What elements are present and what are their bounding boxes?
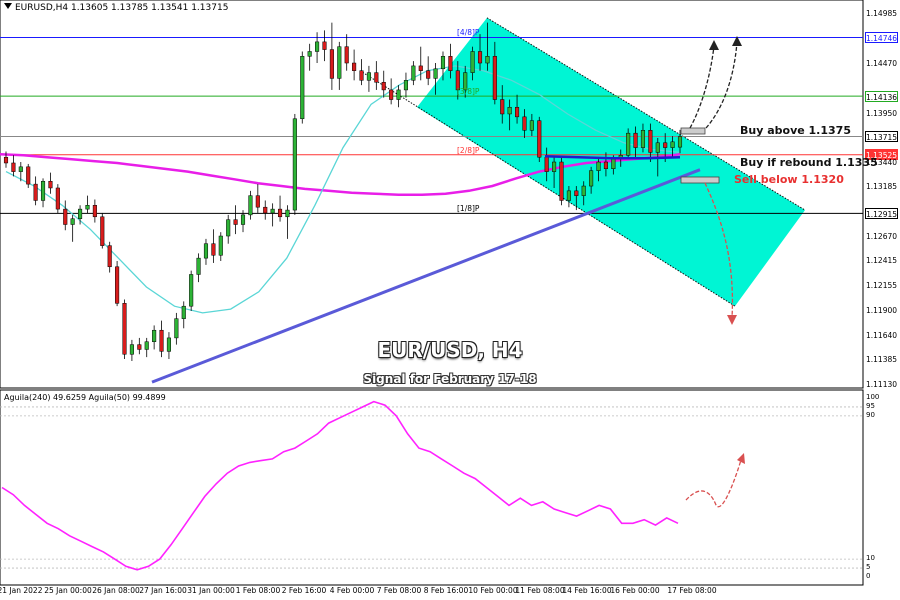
x-tick-label-10: 10 Feb 00:00 bbox=[468, 586, 518, 595]
buy-rebound-label: Buy if rebound 1.1335 bbox=[740, 156, 878, 169]
candle-25 bbox=[189, 270, 194, 311]
x-tick-label-4: 31 Jan 00:00 bbox=[187, 586, 235, 595]
level-label-3: [2/8]P bbox=[457, 145, 480, 155]
chart-subtitle: Signal for February 17-18 bbox=[363, 372, 537, 386]
candle-16 bbox=[122, 299, 127, 360]
candle-72 bbox=[537, 116, 542, 163]
candle-75 bbox=[559, 157, 564, 206]
x-tick-label-13: 16 Feb 00:00 bbox=[610, 586, 660, 595]
candle-39 bbox=[292, 113, 297, 215]
candle-13 bbox=[100, 212, 105, 249]
candle-3 bbox=[26, 163, 31, 188]
x-tick-label-2: 26 Jan 08:00 bbox=[92, 586, 140, 595]
osc-tick-label-1: 95 bbox=[866, 401, 875, 410]
y-tick-label-7: 1.12415 bbox=[866, 256, 898, 266]
x-tick-label-8: 7 Feb 08:00 bbox=[376, 586, 422, 595]
x-tick-label-3: 27 Jan 16:00 bbox=[139, 586, 187, 595]
level-label-0: [4/8]P bbox=[457, 28, 480, 38]
level-label-4: [1/8]P bbox=[457, 204, 480, 214]
level-price-box-2: 1.13715 bbox=[865, 131, 898, 143]
symbol-header: EURUSD,H4 1.13605 1.13785 1.13541 1.1371… bbox=[4, 3, 228, 13]
symbol-header-text: EURUSD,H4 1.13605 1.13785 1.13541 1.1371… bbox=[15, 3, 229, 13]
y-tick-label-8: 1.12155 bbox=[866, 281, 898, 291]
dropdown-triangle-icon[interactable] bbox=[4, 3, 12, 9]
osc-tick-label-4: 5 bbox=[866, 563, 871, 572]
y-tick-label-6: 1.12670 bbox=[866, 231, 898, 241]
x-tick-label-14: 17 Feb 08:00 bbox=[667, 586, 717, 595]
level-price-box-1: 1.14136 bbox=[865, 90, 898, 102]
level-price-box-4: 1.12915 bbox=[865, 207, 898, 219]
x-tick-label-1: 25 Jan 00:00 bbox=[44, 586, 92, 595]
y-tick-label-3: 1.13950 bbox=[866, 108, 898, 118]
candle-40 bbox=[300, 51, 305, 124]
y-tick-label-11: 1.11385 bbox=[866, 355, 898, 365]
chart-title: EUR/USD, H4 bbox=[377, 338, 523, 362]
y-tick-label-12: 1.11130 bbox=[866, 380, 898, 389]
price-chart bbox=[0, 0, 864, 586]
y-tick-label-1: 1.14470 bbox=[866, 58, 898, 68]
x-tick-label-0: 21 Jan 2022 bbox=[0, 586, 43, 595]
osc-tick-label-0: 100 bbox=[866, 393, 880, 401]
x-tick-label-5: 1 Feb 08:00 bbox=[235, 586, 281, 595]
x-tick-label-12: 14 Feb 16:00 bbox=[562, 586, 612, 595]
candle-84 bbox=[626, 128, 631, 160]
y-tick-label-10: 1.11640 bbox=[866, 330, 898, 340]
x-tick-label-7: 4 Feb 00:00 bbox=[329, 586, 375, 595]
sell-below-label: Sell below 1.1320 bbox=[734, 173, 844, 186]
indicator-pane-background bbox=[0, 389, 864, 586]
level-label-1: [3/8]P bbox=[457, 87, 480, 97]
y-tick-label-5: 1.13185 bbox=[866, 182, 898, 192]
indicator-header: Aguila(240) 49.6259 Aguila(50) 99.4899 bbox=[4, 393, 166, 402]
x-tick-label-6: 2 Feb 16:00 bbox=[281, 586, 327, 595]
buy-above-label: Buy above 1.1375 bbox=[740, 124, 851, 137]
y-tick-label-0: 1.14985 bbox=[866, 9, 898, 19]
osc-tick-label-5: 0 bbox=[866, 572, 871, 580]
level-price-box-0: 1.14746 bbox=[865, 31, 898, 43]
y-tick-label-9: 1.11900 bbox=[866, 305, 898, 315]
osc-tick-label-2: 90 bbox=[866, 410, 875, 419]
x-tick-label-9: 8 Feb 16:00 bbox=[423, 586, 469, 595]
sell-zone-box bbox=[680, 176, 720, 184]
osc-tick-label-3: 10 bbox=[866, 554, 875, 563]
buy-zone-box bbox=[680, 127, 706, 135]
candle-7 bbox=[55, 184, 60, 213]
candle-15 bbox=[115, 261, 120, 307]
x-tick-label-11: 11 Feb 08:00 bbox=[515, 586, 565, 595]
